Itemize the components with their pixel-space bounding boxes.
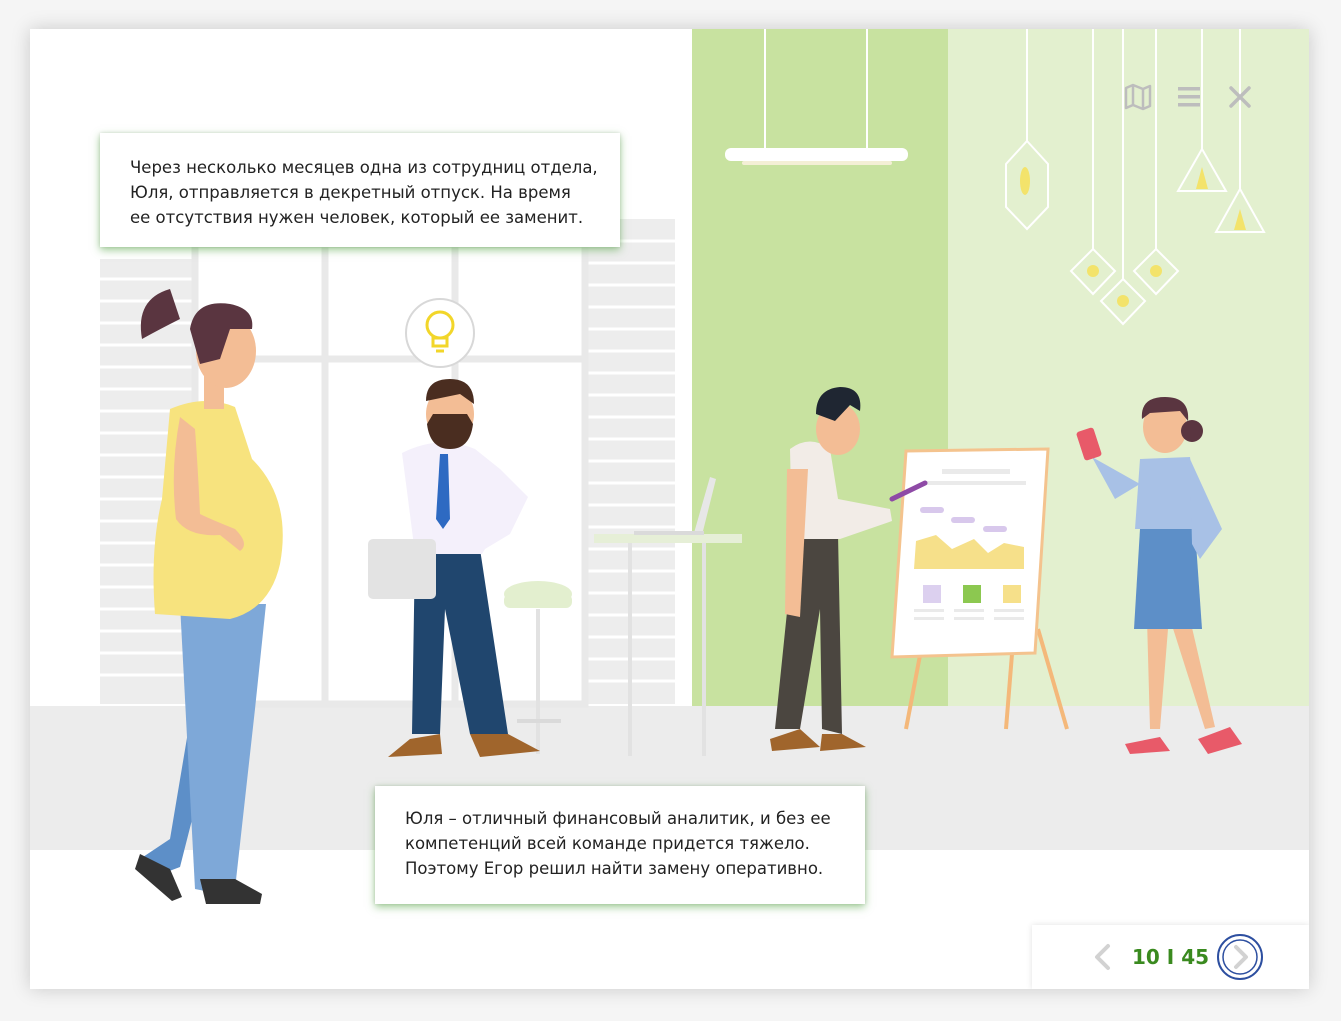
close-icon[interactable]	[1226, 83, 1254, 111]
dialog-bottom-line-1: Юля – отличный финансовый аналитик, и бе…	[405, 809, 831, 828]
dialog-box-bottom: Юля – отличный финансовый аналитик, и бе…	[375, 786, 865, 904]
chevron-right-circle-icon[interactable]	[1216, 933, 1264, 981]
hamburger-menu-icon[interactable]	[1175, 83, 1203, 111]
page-counter: 10 I 45	[1132, 945, 1210, 969]
dialog-top-line-2: Юля, отправляется в декретный отпуск. На…	[130, 183, 571, 202]
idea-bulb-bubble	[405, 298, 475, 368]
dialog-top-line-3: ее отсутствия нужен человек, который ее …	[130, 208, 584, 227]
slide-stage: Через несколько месяцев одна из сотрудни…	[30, 29, 1309, 989]
dialog-bottom-line-3: Поэтому Егор решил найти замену оператив…	[405, 859, 824, 878]
chevron-left-icon[interactable]	[1090, 942, 1116, 972]
dialog-top-line-1: Через несколько месяцев одна из сотрудни…	[130, 158, 598, 177]
page-navigation: 10 I 45	[1032, 925, 1309, 989]
dialog-bottom-line-2: компетенций всей команде придется тяжело…	[405, 834, 810, 853]
map-icon[interactable]	[1124, 83, 1152, 111]
dialog-box-top: Через несколько месяцев одна из сотрудни…	[100, 133, 620, 247]
